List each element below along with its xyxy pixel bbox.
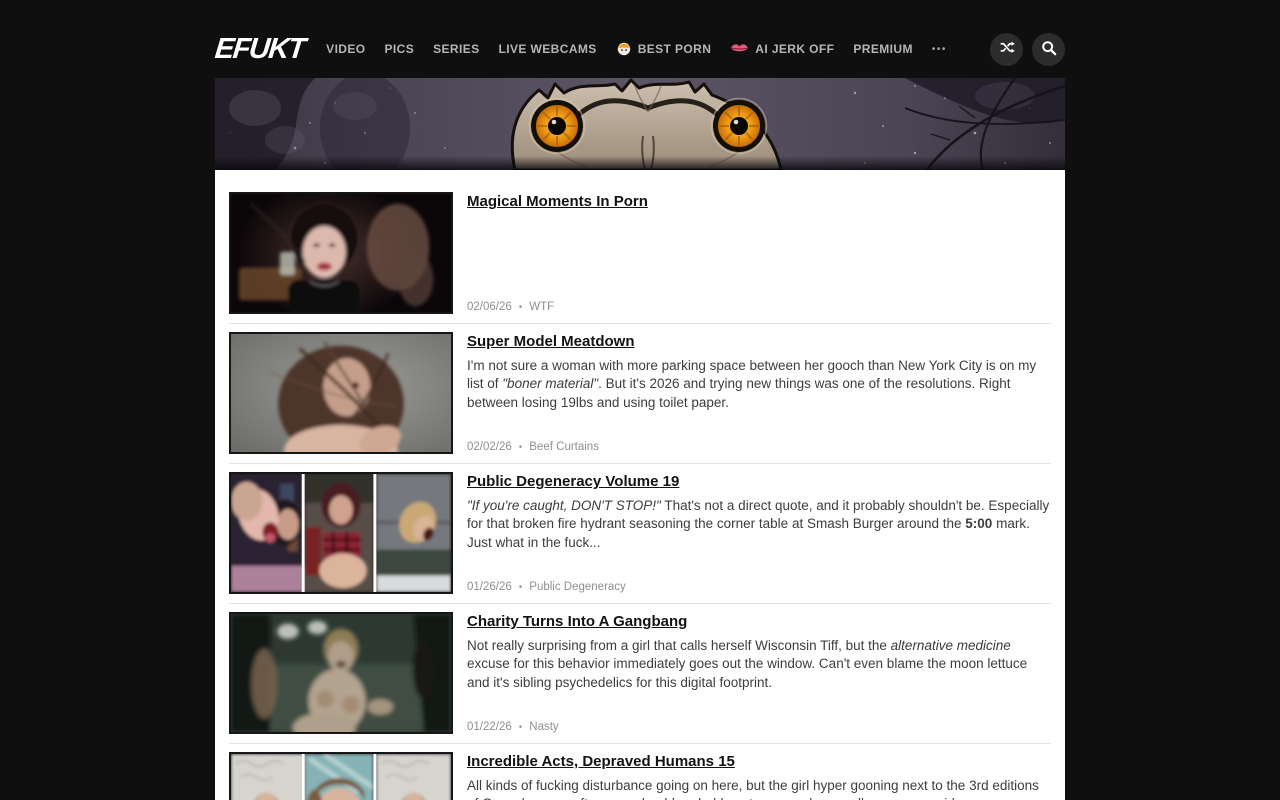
list-item: Public Degeneracy Volume 19 "If you're c… <box>229 464 1051 604</box>
meta-separator: • <box>519 302 523 313</box>
video-title-link[interactable]: Magical Moments In Porn <box>467 193 648 210</box>
nav-left-group: EFUKT VIDEO PICS SERIES LIVE WEBCAMS BES… <box>215 35 947 64</box>
video-thumbnail[interactable] <box>229 612 453 734</box>
shuffle-icon <box>998 40 1015 58</box>
search-button[interactable] <box>1032 33 1065 66</box>
nav-item-live-webcams[interactable]: LIVE WEBCAMS <box>499 42 597 56</box>
page-container: EFUKT VIDEO PICS SERIES LIVE WEBCAMS BES… <box>215 0 1065 800</box>
meta-separator: • <box>519 722 523 733</box>
nav-item-series[interactable]: SERIES <box>433 42 479 56</box>
list-item-info: Charity Turns Into A Gangbang Not really… <box>467 612 1051 734</box>
promo-banner-owl-illustration[interactable] <box>215 78 1065 170</box>
nav-item-pics[interactable]: PICS <box>385 42 415 56</box>
nav-item-video[interactable]: VIDEO <box>326 42 365 56</box>
video-description: I'm not sure a woman with more parking s… <box>467 357 1051 412</box>
video-meta: 01/26/26 • Public Degeneracy <box>467 581 1051 594</box>
video-thumbnail[interactable] <box>229 752 453 800</box>
site-logo[interactable]: EFUKT <box>213 35 305 64</box>
more-menu-icon[interactable]: ••• <box>932 44 947 55</box>
mascot-icon <box>616 40 632 59</box>
video-title-link[interactable]: Incredible Acts, Depraved Humans 15 <box>467 753 735 770</box>
meta-separator: • <box>519 442 523 453</box>
video-meta: 01/22/26 • Nasty <box>467 721 1051 734</box>
nav-item-ai-jerk-off[interactable]: AI JERK OFF <box>730 42 834 57</box>
video-title-link[interactable]: Charity Turns Into A Gangbang <box>467 613 687 630</box>
video-thumbnail[interactable] <box>229 472 453 594</box>
video-description: All kinds of fucking disturbance going o… <box>467 777 1051 800</box>
video-meta: 02/06/26 • WTF <box>467 301 1051 314</box>
list-item-info: Magical Moments In Porn 02/06/26 • WTF <box>467 192 1051 314</box>
video-date: 01/26/26 <box>467 581 512 593</box>
list-item-info: Incredible Acts, Depraved Humans 15 All … <box>467 752 1051 800</box>
top-navigation-bar: EFUKT VIDEO PICS SERIES LIVE WEBCAMS BES… <box>215 0 1065 78</box>
meta-separator: • <box>519 582 523 593</box>
list-item: Charity Turns Into A Gangbang Not really… <box>229 604 1051 744</box>
video-thumbnail[interactable] <box>229 332 453 454</box>
list-item: Incredible Acts, Depraved Humans 15 All … <box>229 744 1051 800</box>
video-category-link[interactable]: Public Degeneracy <box>529 581 626 593</box>
nav-item-best-porn[interactable]: BEST PORN <box>616 40 712 59</box>
lips-icon <box>730 42 749 57</box>
video-title-link[interactable]: Public Degeneracy Volume 19 <box>467 473 679 490</box>
list-item: Super Model Meatdown I'm not sure a woma… <box>229 324 1051 464</box>
shuffle-button[interactable] <box>990 33 1023 66</box>
video-date: 02/02/26 <box>467 441 512 453</box>
list-item-info: Super Model Meatdown I'm not sure a woma… <box>467 332 1051 454</box>
video-category-link[interactable]: Nasty <box>529 721 558 733</box>
video-thumbnail[interactable] <box>229 192 453 314</box>
video-category-link[interactable]: Beef Curtains <box>529 441 599 453</box>
video-category-link[interactable]: WTF <box>529 301 554 313</box>
list-item: Magical Moments In Porn 02/06/26 • WTF <box>229 192 1051 324</box>
video-description: "If you're caught, DON'T STOP!" That's n… <box>467 497 1051 552</box>
video-date: 02/06/26 <box>467 301 512 313</box>
header-buttons <box>990 33 1065 66</box>
video-list: Magical Moments In Porn 02/06/26 • WTF <box>215 170 1065 800</box>
search-icon <box>1041 40 1057 59</box>
video-meta: 02/02/26 • Beef Curtains <box>467 441 1051 454</box>
video-description: Not really surprising from a girl that c… <box>467 637 1051 692</box>
nav-item-premium[interactable]: PREMIUM <box>853 42 912 56</box>
video-title-link[interactable]: Super Model Meatdown <box>467 333 635 350</box>
main-nav: VIDEO PICS SERIES LIVE WEBCAMS BEST PORN… <box>326 40 947 59</box>
video-date: 01/22/26 <box>467 721 512 733</box>
list-item-info: Public Degeneracy Volume 19 "If you're c… <box>467 472 1051 594</box>
